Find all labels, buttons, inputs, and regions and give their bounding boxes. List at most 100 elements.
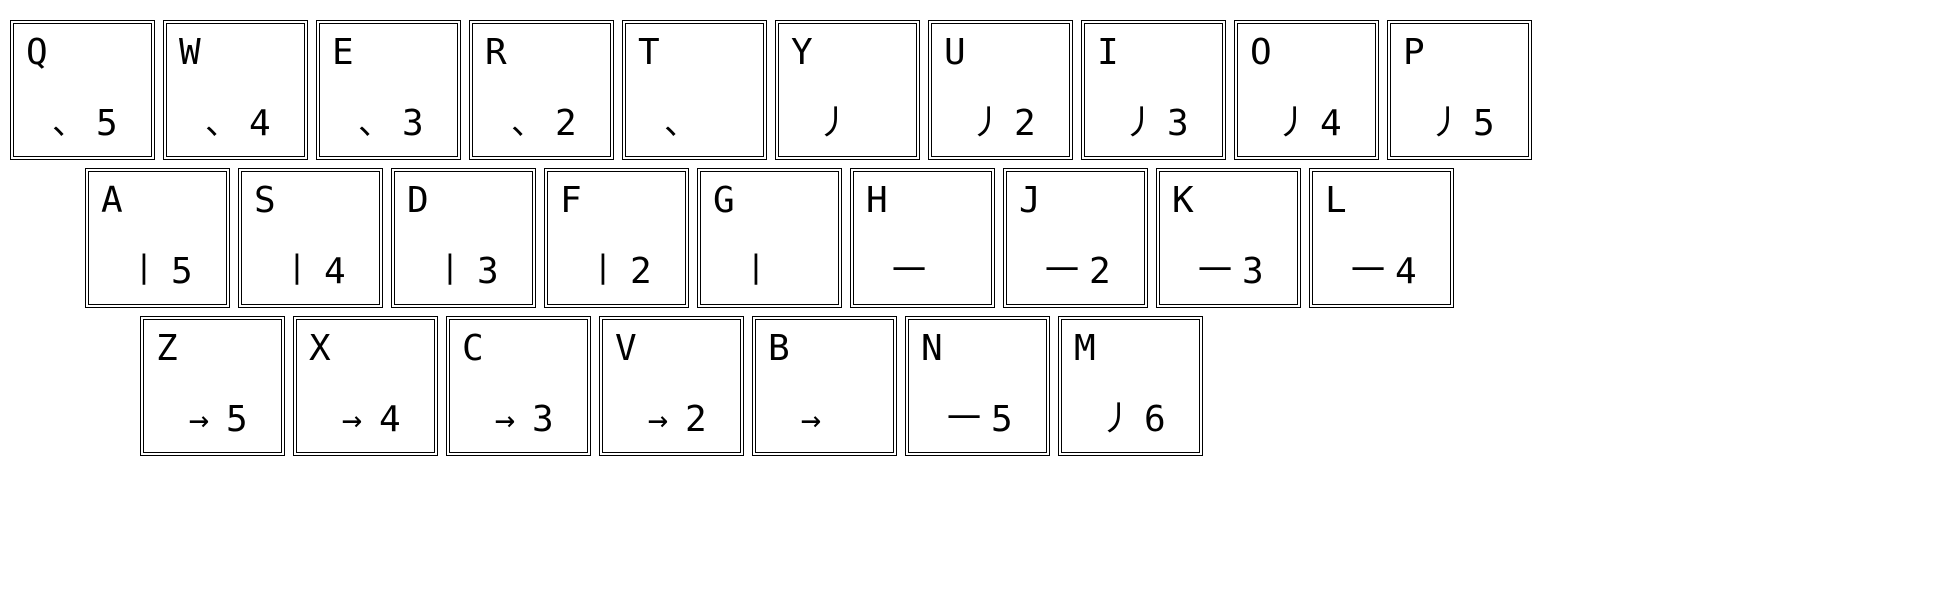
key-number: 2	[630, 251, 652, 292]
key-s[interactable]: S 丨 4	[238, 168, 383, 308]
key-number: 5	[991, 399, 1013, 440]
key-letter: S	[254, 180, 276, 221]
key-number: 3	[1167, 103, 1189, 144]
key-b[interactable]: B →	[752, 316, 897, 456]
key-v[interactable]: V → 2	[599, 316, 744, 456]
key-o[interactable]: O 丿 4	[1234, 20, 1379, 160]
key-letter: T	[638, 32, 660, 73]
key-stroke: 丨	[277, 243, 317, 292]
key-j[interactable]: J 一 2	[1003, 168, 1148, 308]
key-letter: G	[713, 180, 735, 221]
key-stroke: 丿	[814, 95, 854, 144]
key-k[interactable]: K 一 3	[1156, 168, 1301, 308]
keyboard-row-2: A 丨 5 S 丨 4 D 丨 3 F 丨 2 G 丨 H 一	[85, 168, 1931, 308]
key-stroke: 一	[889, 243, 929, 292]
key-e[interactable]: E 、 3	[316, 20, 461, 160]
key-number: 2	[555, 103, 577, 144]
key-letter: L	[1325, 180, 1347, 221]
key-stroke: 一	[1042, 243, 1082, 292]
key-letter: V	[615, 328, 637, 369]
key-stroke: 丨	[583, 243, 623, 292]
key-stroke: 丨	[124, 243, 164, 292]
key-number: 4	[1395, 251, 1417, 292]
key-y[interactable]: Y 丿	[775, 20, 920, 160]
key-t[interactable]: T 、	[622, 20, 767, 160]
key-stroke: 、	[661, 95, 701, 144]
key-letter: O	[1250, 32, 1272, 73]
key-letter: K	[1172, 180, 1194, 221]
key-letter: F	[560, 180, 582, 221]
keyboard-row-1: Q 、 5 W 、 4 E 、 3 R 、 2 T 、 Y 丿	[10, 20, 1931, 160]
key-l[interactable]: L 一 4	[1309, 168, 1454, 308]
key-d[interactable]: D 丨 3	[391, 168, 536, 308]
key-number: 4	[324, 251, 346, 292]
key-stroke: 丿	[1273, 95, 1313, 144]
key-letter: E	[332, 32, 354, 73]
key-stroke: 丿	[967, 95, 1007, 144]
key-number: 4	[1320, 103, 1342, 144]
key-stroke: 、	[202, 95, 242, 144]
key-stroke: 、	[49, 95, 89, 144]
key-number: 5	[1473, 103, 1495, 144]
key-n[interactable]: N 一 5	[905, 316, 1050, 456]
key-letter: X	[309, 328, 331, 369]
key-number: 2	[685, 399, 707, 440]
key-stroke: →	[179, 400, 219, 440]
keyboard-row-3: Z → 5 X → 4 C → 3 V → 2 B → N 一 5	[140, 316, 1931, 456]
key-w[interactable]: W 、 4	[163, 20, 308, 160]
key-m[interactable]: M 丿 6	[1058, 316, 1203, 456]
key-letter: D	[407, 180, 429, 221]
key-number: 5	[226, 399, 248, 440]
key-stroke: →	[791, 400, 831, 440]
key-letter: U	[944, 32, 966, 73]
key-stroke: →	[332, 400, 372, 440]
key-z[interactable]: Z → 5	[140, 316, 285, 456]
key-c[interactable]: C → 3	[446, 316, 591, 456]
key-stroke: 、	[508, 95, 548, 144]
key-q[interactable]: Q 、 5	[10, 20, 155, 160]
key-letter: Q	[26, 32, 48, 73]
key-letter: I	[1097, 32, 1119, 73]
key-letter: Z	[156, 328, 178, 369]
key-number: 5	[171, 251, 193, 292]
key-h[interactable]: H 一	[850, 168, 995, 308]
key-letter: Y	[791, 32, 813, 73]
key-stroke: 一	[1348, 243, 1388, 292]
key-stroke: 丨	[430, 243, 470, 292]
key-letter: A	[101, 180, 123, 221]
key-letter: H	[866, 180, 888, 221]
key-letter: P	[1403, 32, 1425, 73]
key-number: 3	[477, 251, 499, 292]
key-stroke: 丿	[1097, 391, 1137, 440]
key-x[interactable]: X → 4	[293, 316, 438, 456]
key-letter: J	[1019, 180, 1041, 221]
key-stroke: 丿	[1120, 95, 1160, 144]
key-number: 3	[1242, 251, 1264, 292]
key-stroke: 丿	[1426, 95, 1466, 144]
keyboard-layout: Q 、 5 W 、 4 E 、 3 R 、 2 T 、 Y 丿	[10, 20, 1931, 456]
key-letter: R	[485, 32, 507, 73]
key-p[interactable]: P 丿 5	[1387, 20, 1532, 160]
key-number: 3	[402, 103, 424, 144]
key-number: 4	[379, 399, 401, 440]
key-stroke: 一	[1195, 243, 1235, 292]
key-number: 4	[249, 103, 271, 144]
key-letter: M	[1074, 328, 1096, 369]
key-number: 2	[1089, 251, 1111, 292]
key-i[interactable]: I 丿 3	[1081, 20, 1226, 160]
key-stroke: →	[485, 400, 525, 440]
key-number: 5	[96, 103, 118, 144]
key-u[interactable]: U 丿 2	[928, 20, 1073, 160]
key-stroke: 丨	[736, 243, 776, 292]
key-stroke: 一	[944, 391, 984, 440]
key-letter: W	[179, 32, 201, 73]
key-f[interactable]: F 丨 2	[544, 168, 689, 308]
key-g[interactable]: G 丨	[697, 168, 842, 308]
key-number: 2	[1014, 103, 1036, 144]
key-a[interactable]: A 丨 5	[85, 168, 230, 308]
key-number: 6	[1144, 399, 1166, 440]
key-letter: B	[768, 328, 790, 369]
key-stroke: →	[638, 400, 678, 440]
key-stroke: 、	[355, 95, 395, 144]
key-r[interactable]: R 、 2	[469, 20, 614, 160]
